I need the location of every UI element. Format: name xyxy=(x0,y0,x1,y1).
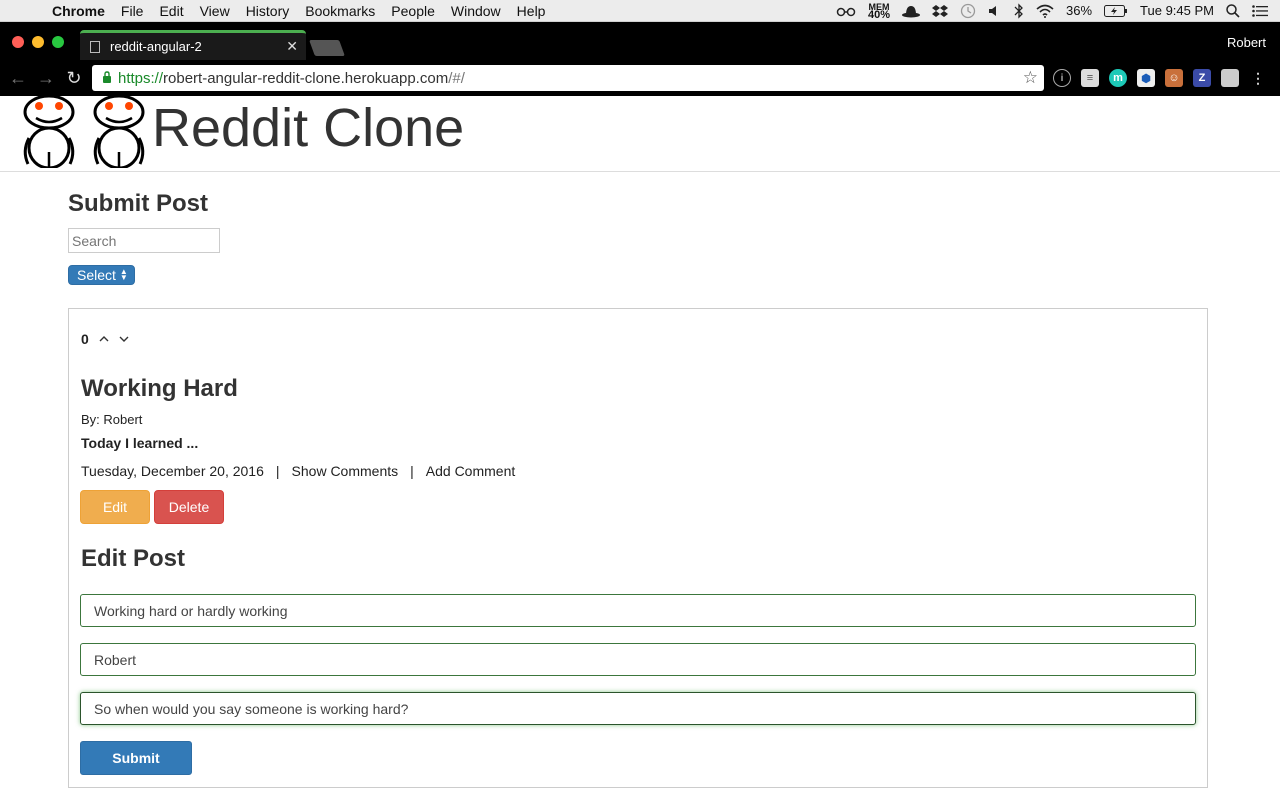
battery-percent: 36% xyxy=(1066,3,1093,18)
macos-menu-bar: Chrome File Edit View History Bookmarks … xyxy=(0,0,1280,22)
select-arrows-icon: ▲ ▼ xyxy=(119,267,128,282)
upvote-chevron-icon[interactable] xyxy=(99,333,109,345)
site-header: Reddit Clone xyxy=(0,96,1280,172)
menu-window[interactable]: Window xyxy=(443,3,509,19)
avatar-extension-icon[interactable]: ☺ xyxy=(1165,69,1183,87)
document-extension-icon[interactable]: ≡ xyxy=(1081,69,1099,87)
menu-people[interactable]: People xyxy=(383,3,443,19)
post-card: 0 Working Hard By: Robert Today I learne… xyxy=(68,308,1208,788)
menu-history[interactable]: History xyxy=(238,3,298,19)
post-author: By: Robert xyxy=(81,412,143,427)
submit-post-heading: Submit Post xyxy=(68,190,209,217)
meta-separator: | xyxy=(275,463,280,479)
post-meta: Tuesday, December 20, 2016 | Show Commen… xyxy=(81,463,515,479)
menu-help[interactable]: Help xyxy=(509,3,554,19)
bookmark-star-icon[interactable]: ☆ xyxy=(1023,68,1038,88)
post-date: Tuesday, December 20, 2016 xyxy=(81,463,264,479)
tab-title: reddit-angular-2 xyxy=(110,39,202,54)
page-document-icon xyxy=(90,40,100,53)
new-tab-button[interactable] xyxy=(309,40,345,56)
menu-app-name[interactable]: Chrome xyxy=(44,3,113,19)
spotlight-search-icon[interactable] xyxy=(1226,3,1240,18)
hexagon-extension-icon[interactable]: ⬢ xyxy=(1137,69,1155,87)
select-dropdown[interactable]: Select ▲ ▼ xyxy=(68,265,135,285)
grid-extension-icon[interactable] xyxy=(1221,69,1239,87)
search-input[interactable] xyxy=(68,228,220,253)
delete-button[interactable]: Delete xyxy=(154,490,224,524)
window-close-button[interactable] xyxy=(12,36,24,48)
menu-bookmarks[interactable]: Bookmarks xyxy=(297,3,383,19)
forward-icon[interactable]: → xyxy=(32,68,60,89)
menubar-clock[interactable]: Tue 9:45 PM xyxy=(1140,3,1214,18)
site-title: Reddit Clone xyxy=(152,98,465,158)
wifi-icon[interactable] xyxy=(1036,4,1054,18)
post-body: Today I learned ... xyxy=(81,435,199,451)
submit-post-section: Submit Post Select ▲▼ xyxy=(68,188,1208,285)
browser-tab[interactable]: reddit-angular-2 ✕ xyxy=(80,30,306,60)
vote-controls: 0 xyxy=(81,331,129,347)
url-path: /#/ xyxy=(448,69,465,87)
edit-body-field[interactable]: So when would you say someone is working… xyxy=(80,692,1196,725)
edit-author-field[interactable]: Robert xyxy=(80,643,1196,676)
downvote-chevron-icon[interactable] xyxy=(119,333,129,345)
info-extension-icon[interactable]: i xyxy=(1053,69,1071,87)
post-title: Working Hard xyxy=(81,375,238,402)
volume-icon[interactable] xyxy=(988,4,1002,18)
select-label: Select xyxy=(77,267,116,283)
show-comments-link[interactable]: Show Comments xyxy=(292,463,399,479)
memory-indicator[interactable]: MEM 40% xyxy=(867,2,891,21)
chrome-menu-icon[interactable]: ⋮ xyxy=(1249,69,1267,87)
dropbox-icon[interactable] xyxy=(932,4,949,18)
z-extension-icon[interactable]: Z xyxy=(1193,69,1211,87)
menu-edit[interactable]: Edit xyxy=(151,3,191,19)
bluetooth-icon[interactable] xyxy=(1014,2,1024,19)
notification-center-icon[interactable] xyxy=(1252,4,1268,17)
back-icon[interactable]: ← xyxy=(4,68,32,89)
address-bar[interactable]: https:// robert-angular-reddit-clone.her… xyxy=(92,65,1044,91)
secure-lock-icon[interactable] xyxy=(102,70,112,86)
web-page: Reddit Clone Submit Post Select ▲▼ 0 Wor… xyxy=(0,96,1280,800)
edit-title-field[interactable]: Working hard or hardly working xyxy=(80,594,1196,627)
submit-button[interactable]: Submit xyxy=(80,741,192,775)
window-minimize-button[interactable] xyxy=(32,36,44,48)
menu-view[interactable]: View xyxy=(192,3,238,19)
profile-name[interactable]: Robert xyxy=(1227,35,1266,50)
edit-button[interactable]: Edit xyxy=(80,490,150,524)
memory-value: 40% xyxy=(867,8,891,21)
url-scheme: https:// xyxy=(118,69,164,87)
glasses-icon[interactable] xyxy=(836,5,856,17)
reddit-alien-logo xyxy=(23,96,75,168)
meta-separator-2: | xyxy=(410,463,414,479)
reload-icon[interactable]: ↻ xyxy=(60,68,88,89)
browser-toolbar: ← → ↻ https:// robert-angular-reddit-clo… xyxy=(0,60,1280,96)
window-zoom-button[interactable] xyxy=(52,36,64,48)
m-extension-icon[interactable]: m xyxy=(1109,69,1127,87)
vote-count: 0 xyxy=(81,331,89,347)
hat-icon[interactable] xyxy=(902,4,921,18)
add-comment-link[interactable]: Add Comment xyxy=(426,463,515,479)
edit-post-heading: Edit Post xyxy=(81,545,186,572)
reddit-alien-logo-2 xyxy=(93,96,145,168)
menu-file[interactable]: File xyxy=(113,3,152,19)
url-host: robert-angular-reddit-clone.herokuapp.co… xyxy=(163,69,449,87)
browser-title-bar: reddit-angular-2 ✕ Robert xyxy=(0,22,1280,60)
battery-charging-icon[interactable] xyxy=(1104,4,1128,17)
time-machine-icon[interactable] xyxy=(960,3,976,19)
tab-close-icon[interactable]: ✕ xyxy=(286,38,298,55)
